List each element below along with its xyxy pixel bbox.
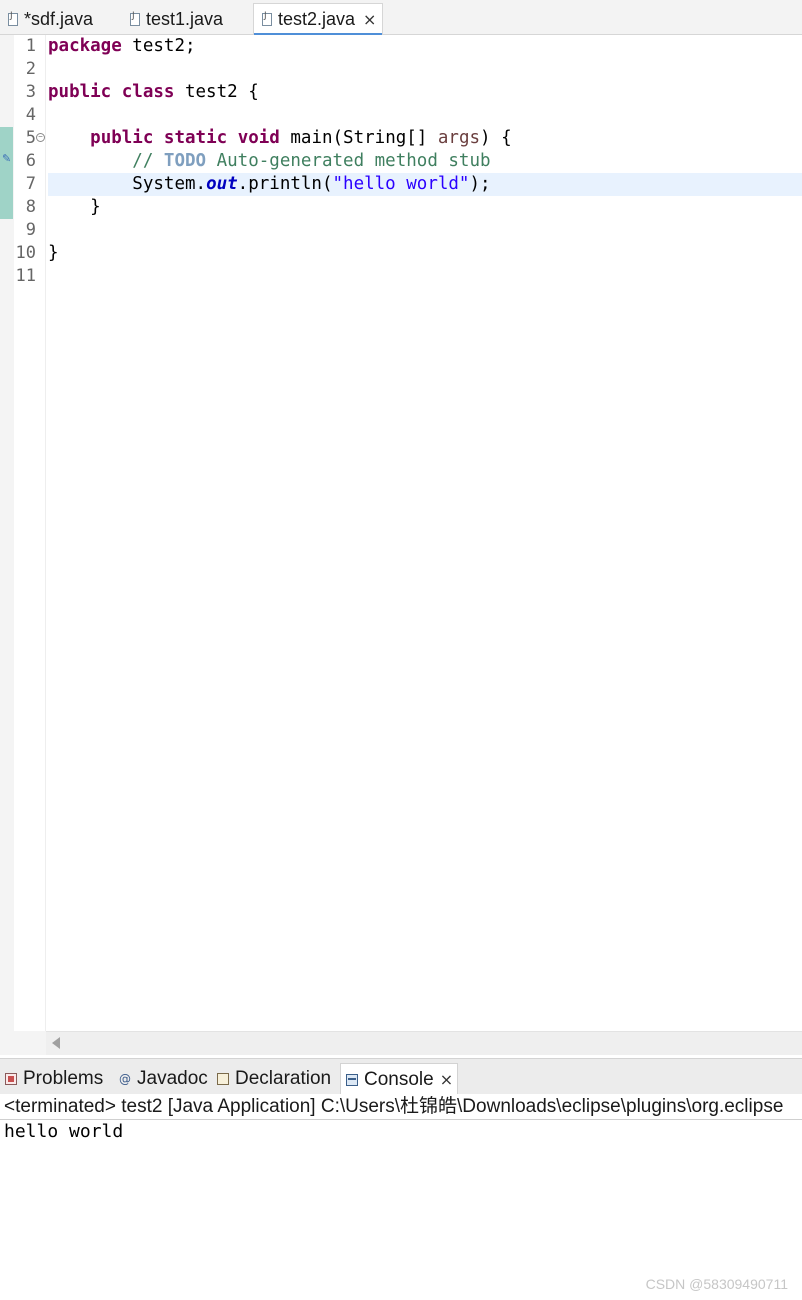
tab-problems[interactable]: Problems: [0, 1063, 112, 1095]
tab-declaration[interactable]: Declaration: [212, 1063, 338, 1095]
tab-label: *sdf.java: [24, 8, 94, 29]
editor-tab-bar: *sdf.java test1.java test2.java ×: [0, 0, 802, 36]
line-number: 9: [25, 220, 36, 240]
tab-label: Declaration: [235, 1068, 332, 1089]
tab-console[interactable]: Console ×: [340, 1063, 458, 1095]
line-number: 3: [25, 82, 36, 102]
javadoc-icon: @: [119, 1072, 131, 1086]
tab-label: test1.java: [146, 8, 224, 29]
code-line-8: }: [48, 197, 101, 217]
code-editor[interactable]: ✎ 1 2 3 4 5 6 7 8 9 10 11 package test2;…: [0, 35, 802, 1031]
tab-label: Javadoc: [137, 1068, 208, 1089]
line-number: 7: [25, 174, 36, 194]
console-output-area[interactable]: hello world: [0, 1120, 802, 1300]
fold-collapse-icon[interactable]: [36, 133, 45, 142]
close-icon[interactable]: ×: [440, 1070, 453, 1089]
line-number: 1: [25, 36, 36, 56]
code-line-3: public class test2 {: [48, 82, 259, 102]
code-line-1: package test2;: [48, 36, 196, 56]
line-number: 11: [15, 266, 36, 286]
tab-label: Problems: [23, 1068, 104, 1089]
problems-icon: [5, 1073, 17, 1085]
bottom-view-tab-bar: Problems @ Javadoc Declaration Console ×: [0, 1058, 802, 1095]
code-line-5: public static void main(String[] args) {: [90, 128, 512, 148]
console-status-line: <terminated> test2 [Java Application] C:…: [0, 1094, 802, 1120]
task-marker-icon: ✎: [2, 152, 12, 165]
console-icon: [346, 1073, 358, 1086]
code-line-10: }: [48, 243, 59, 263]
code-line-7: System.out.println("hello world");: [132, 174, 491, 194]
java-file-icon: [262, 11, 272, 26]
tab-label: test2.java: [278, 9, 356, 29]
tab-javadoc[interactable]: @ Javadoc: [114, 1063, 210, 1095]
line-number: 4: [25, 105, 36, 125]
horizontal-scrollbar[interactable]: [46, 1031, 802, 1055]
tab-sdf-java[interactable]: *sdf.java: [0, 3, 120, 35]
java-file-icon: [8, 11, 18, 26]
line-number: 6: [25, 151, 36, 171]
code-line-6: // TODO Auto-generated method stub: [132, 151, 491, 171]
line-number: 2: [25, 59, 36, 79]
console-output-text: hello world: [4, 1121, 124, 1142]
scroll-left-arrow-icon[interactable]: [52, 1037, 60, 1049]
tab-test1-java[interactable]: test1.java: [122, 3, 252, 35]
java-file-icon: [130, 11, 140, 26]
watermark: CSDN @58309490711: [645, 1276, 788, 1292]
line-number: 5: [25, 128, 36, 148]
line-number: 8: [25, 197, 36, 217]
gutter-bottom: [0, 1031, 46, 1055]
tab-test2-java[interactable]: test2.java ×: [253, 3, 383, 36]
declaration-icon: [217, 1073, 229, 1085]
close-icon[interactable]: ×: [363, 10, 376, 29]
line-number: 10: [15, 243, 36, 263]
line-number-gutter: ✎ 1 2 3 4 5 6 7 8 9 10 11: [0, 35, 46, 1031]
tab-label: Console: [364, 1068, 434, 1090]
